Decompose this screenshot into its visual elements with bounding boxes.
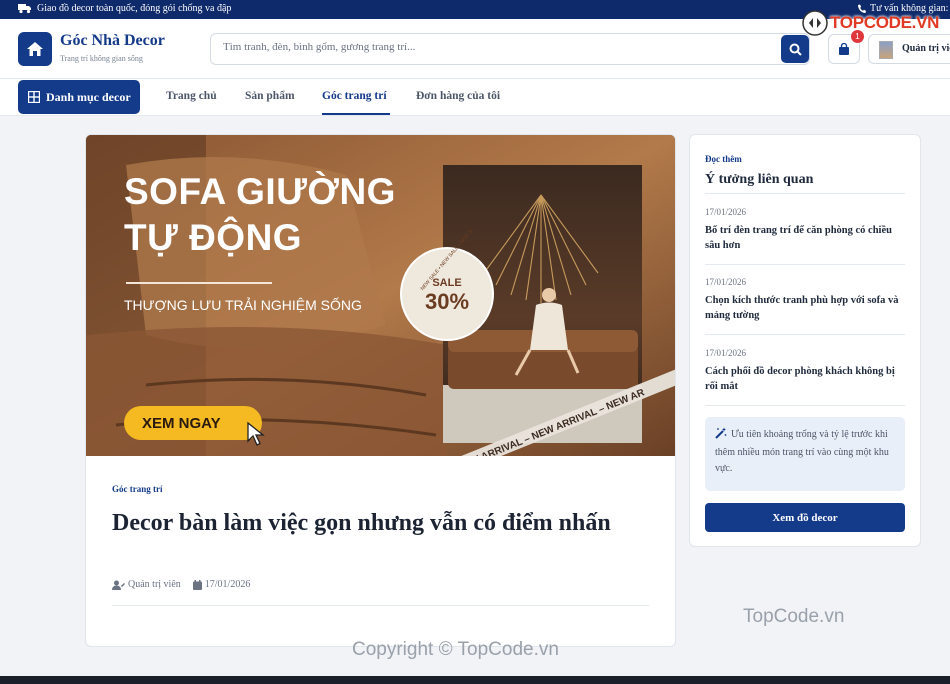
divider	[705, 193, 905, 194]
article-title: Decor bàn làm việc gọn nhưng vẫn có điểm…	[112, 510, 611, 536]
shopping-bag-icon	[839, 42, 849, 55]
promo-notice: Giao đồ decor toàn quốc, đóng gói chống …	[18, 3, 231, 14]
divider	[705, 264, 905, 265]
article-card: VAL – NEW ARRIVAL – NEW ARRIVAL – NEW AR…	[85, 134, 676, 647]
nav-link-my-orders[interactable]: Đơn hàng của tôi	[416, 90, 500, 102]
watermark-site: TopCode.vn	[743, 606, 845, 627]
article-banner-image: VAL – NEW ARRIVAL – NEW ARRIVAL – NEW AR…	[86, 135, 675, 456]
user-name: Quản trị viên	[902, 43, 950, 54]
nav-link-home[interactable]: Trang chủ	[166, 90, 217, 102]
truck-icon	[18, 3, 32, 14]
avatar	[879, 41, 893, 59]
banner-headline-2: TỰ ĐỘNG	[124, 217, 303, 258]
watermark-copyright: Copyright © TopCode.vn	[352, 639, 559, 660]
related-item[interactable]: 17/01/2026 Chọn kích thước tranh phù hợp…	[705, 277, 905, 323]
sale-badge: SALE 30% NEW SALE • NEW SALE • NEW SALE …	[400, 228, 494, 341]
related-item-date: 17/01/2026	[705, 348, 747, 358]
author: Quản trị viên	[112, 579, 181, 590]
sale-badge-label: SALE	[432, 277, 462, 289]
user-menu-button[interactable]: Quản trị viên	[868, 34, 950, 64]
related-ideas-sidebar: Đọc thêm Ý tưởng liên quan 17/01/2026 Bố…	[689, 134, 921, 547]
sidebar-title: Ý tưởng liên quan	[705, 172, 814, 187]
sidebar-eyebrow: Đọc thêm	[705, 154, 742, 164]
search-button[interactable]	[781, 35, 809, 63]
decor-tip: Ưu tiên khoảng trống và tỷ lệ trước khi …	[705, 417, 905, 491]
brand-name[interactable]: Góc Nhà Decor	[60, 32, 165, 50]
article-category[interactable]: Góc trang trí	[112, 484, 162, 494]
banner-cta-button[interactable]: XEM NGAY	[124, 406, 262, 440]
user-edit-icon	[112, 580, 125, 590]
brand-tagline: Trang trí không gian sống	[60, 54, 143, 63]
topcode-logo-icon	[802, 10, 828, 36]
nav-link-products[interactable]: Sản phẩm	[245, 90, 295, 102]
category-menu-label: Danh mục decor	[46, 89, 131, 104]
search-box	[210, 33, 810, 65]
related-item[interactable]: 17/01/2026 Bố trí đèn trang trí để căn p…	[705, 207, 905, 253]
category-menu-button[interactable]: Danh mục decor	[18, 80, 140, 114]
related-item-title[interactable]: Cách phối đồ decor phòng khách không bị …	[705, 364, 905, 394]
promo-text: Giao đồ decor toàn quốc, đóng gói chống …	[37, 3, 232, 14]
related-item-title[interactable]: Bố trí đèn trang trí để căn phòng có chi…	[705, 223, 905, 253]
related-item-title[interactable]: Chọn kích thước tranh phù hợp với sofa v…	[705, 293, 905, 323]
related-item-date: 17/01/2026	[705, 207, 747, 217]
publish-date: 17/01/2026	[192, 579, 251, 590]
publish-date-text: 17/01/2026	[204, 579, 251, 590]
article-meta: Quản trị viên 17/01/2026	[112, 579, 262, 590]
sale-badge-value: 30%	[424, 289, 470, 314]
decor-tip-text: Ưu tiên khoảng trống và tỷ lệ trước khi …	[715, 429, 889, 474]
home-icon	[27, 42, 43, 56]
search-input[interactable]	[223, 41, 773, 53]
related-item-date: 17/01/2026	[705, 277, 747, 287]
divider	[705, 334, 905, 335]
watermark-logo-text: TOPCODE.VN	[830, 13, 940, 32]
divider	[705, 405, 905, 406]
related-item[interactable]: 17/01/2026 Cách phối đồ decor phòng khác…	[705, 348, 905, 394]
view-decor-button[interactable]: Xem đồ decor	[705, 503, 905, 532]
cursor-icon	[247, 421, 265, 446]
search-icon	[789, 43, 802, 56]
watermark-logo: TOPCODE.VN	[802, 10, 939, 36]
main-nav: Danh mục decor Trang chủ Sản phẩm Góc tr…	[0, 79, 950, 116]
author-name: Quản trị viên	[128, 579, 181, 590]
magic-wand-icon	[715, 427, 727, 445]
nav-link-decor-corner[interactable]: Góc trang trí	[322, 90, 387, 102]
banner-cta-label: XEM NGAY	[142, 414, 221, 432]
taskbar-strip	[0, 676, 950, 684]
logo[interactable]	[18, 32, 52, 66]
active-tab-indicator	[322, 113, 390, 115]
divider	[112, 605, 649, 606]
calendar-icon	[192, 579, 202, 590]
banner-headline-1: SOFA GIƯỜNG	[124, 171, 396, 212]
grid-icon	[28, 91, 40, 103]
banner-subline: THƯỢNG LƯU TRẢI NGHIỆM SỐNG	[124, 297, 362, 313]
